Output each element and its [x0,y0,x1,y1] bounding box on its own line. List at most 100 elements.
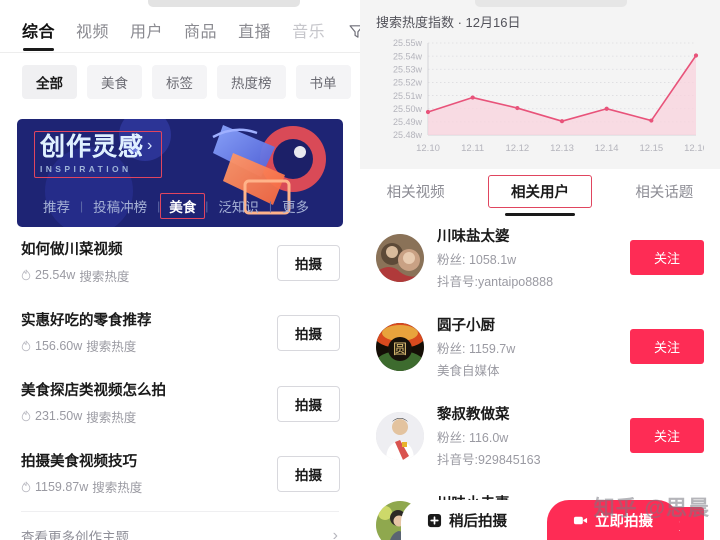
inspiration-heat: 231.50w [35,409,83,424]
list-item[interactable]: 拍摄美食视频技巧 1159.87w 搜索热度 拍摄 [17,439,343,510]
chart-data-point [559,119,565,124]
y-axis-tick-label: 25.48w [393,130,423,140]
user-extra: 抖音号:929845163 [437,453,541,467]
top-tab-label: 商品 [184,23,218,41]
list-item[interactable]: 如何做川菜视频 25.54w 搜索热度 拍摄 [17,227,343,298]
chip-2[interactable]: 标签 [152,65,207,99]
tab-related-videos[interactable]: 相关视频 [377,176,455,207]
inspiration-meta: 1159.87w 搜索热度 [21,477,142,496]
app-screen: 综合 视频 用户 商品 直播 音乐 全部 美食 标签 热度榜 书单 话题 [0,0,720,540]
chip-label: 热度榜 [231,76,272,91]
banner-tab-2[interactable]: 美食 [160,193,206,219]
chip-label: 书单 [309,76,337,91]
inspiration-meta: 156.60w 搜索热度 [21,336,152,355]
banner-title-box[interactable]: 创作灵感 › INSPIRATION [34,131,163,178]
user-fans: 粉丝: 116.0w [437,431,509,445]
x-axis-tick-label: 12.15 [639,143,663,154]
banner-tab-4[interactable]: 更多 [272,194,319,218]
banner-tab-1[interactable]: 投稿冲榜 [83,194,157,218]
top-tab-label: 用户 [130,23,164,41]
user-extra: 美食自媒体 [437,364,500,378]
follow-button[interactable]: 关注 [629,240,704,275]
chart-data-point [515,105,520,111]
banner-tab-3[interactable]: 泛知识 [208,194,269,218]
shoot-button[interactable]: 拍摄 [277,385,340,422]
svg-text:圆: 圆 [393,342,407,358]
banner-tab-0[interactable]: 推荐 [33,194,80,218]
status-bar-notch [475,0,627,7]
top-tab-label: 综合 [22,23,56,41]
flame-icon [21,481,31,492]
x-axis-tick-label: 12.10 [416,143,440,154]
x-axis-tick-label: 12.16 [684,143,704,154]
user-info: 川味盐太婆 粉丝: 1058.1w 抖音号:yantaipo8888 [437,225,630,290]
inspiration-title: 拍摄美食视频技巧 [21,453,137,470]
inspiration-meta: 25.54w 搜索热度 [21,266,129,285]
related-user-list: 川味盐太婆 粉丝: 1058.1w 抖音号:yantaipo8888 关注 圆 [360,213,720,540]
chip-1[interactable]: 美食 [87,65,142,99]
inspiration-heat: 25.54w [35,268,76,283]
chip-4[interactable]: 书单 [295,65,351,99]
shoot-button[interactable]: 拍摄 [277,315,340,352]
flame-icon [21,410,31,422]
top-tab-0[interactable]: 综合 [22,18,55,51]
list-item[interactable]: 川味盐太婆 粉丝: 1058.1w 抖音号:yantaipo8888 关注 [374,213,706,302]
shoot-button[interactable]: 拍摄 [277,244,340,281]
shoot-button[interactable]: 拍摄 [277,456,340,493]
inspiration-heat-suffix: 搜索热度 [92,481,143,496]
search-heat-line-chart: 25.55w 25.54w 25.53w 25.52w 25.51w 25.50w 25.4… [393,38,708,154]
inspiration-banner[interactable]: 创作灵感 › INSPIRATION 推荐 | 投稿冲榜 | 美食 | 泛知识 |… [17,119,343,227]
top-tab-3[interactable]: 商品 [184,18,217,51]
top-tab-1[interactable]: 视频 [76,18,109,51]
follow-button[interactable]: 关注 [629,418,704,453]
y-axis-tick-label: 25.52w [393,78,423,88]
chart-data-point [470,95,475,100]
y-axis-tick-label: 25.54w [393,51,423,61]
list-item[interactable]: 黎叔教做菜 粉丝: 116.0w 抖音号:929845163 关注 [374,391,706,480]
plus-box-icon [427,513,442,527]
list-item[interactable]: 美食探店类视频怎么拍 231.50w 搜索热度 拍摄 [17,368,343,439]
shoot-later-label: 稍后拍摄 [449,513,507,530]
x-axis-tick-label: 12.11 [461,143,484,154]
search-heat-chart-card: 搜索热度指数 · 12月16日 25.55w 25.54w 25.53w 25.52w… [360,0,720,163]
chart-data-point [649,118,654,123]
filter-icon[interactable] [348,23,360,45]
shoot-later-button[interactable]: 稍后拍摄 [401,500,533,540]
user-info: 黎叔教做菜 粉丝: 116.0w 抖音号:929845163 [437,403,630,468]
chart-area: 25.55w 25.54w 25.53w 25.52w 25.51w 25.50w 25.4… [376,37,708,157]
video-camera-icon [573,516,588,524]
list-item[interactable]: 圆 圆子小厨 粉丝: 1159.7w 美食自媒体 关注 [374,302,706,391]
y-axis-tick-label: 25.55w [393,38,423,48]
top-tab-5[interactable]: 音乐 [292,18,325,51]
chip-0[interactable]: 全部 [22,65,77,99]
banner-tab-row: 推荐 | 投稿冲榜 | 美食 | 泛知识 | 更多 [33,193,333,219]
banner-chevron-icon: › [147,137,153,154]
user-extra: 抖音号:yantaipo8888 [437,275,554,289]
shoot-now-label: 立即拍摄 [595,513,653,530]
tab-related-topics[interactable]: 相关话题 [625,176,703,207]
inspiration-heat-suffix: 搜索热度 [86,340,137,355]
follow-button[interactable]: 关注 [629,329,704,364]
tab-related-users[interactable]: 相关用户 [487,174,592,216]
inspiration-title: 美食探店类视频怎么拍 [21,383,166,400]
chart-data-point [425,109,431,115]
avatar[interactable] [376,411,424,460]
chip-3[interactable]: 热度榜 [217,65,286,99]
chip-label: 标签 [166,76,193,91]
top-tab-label: 直播 [238,23,272,41]
avatar[interactable] [376,233,424,282]
avatar[interactable]: 圆 [376,322,424,371]
view-more-topics-row[interactable]: 查看更多创作主题 › [17,512,343,540]
detail-panel: 搜索热度指数 · 12月16日 25.55w 25.54w 25.53w 25.52w… [360,0,720,540]
user-info: 圆子小厨 粉丝: 1159.7w 美食自媒体 [437,314,630,379]
inspiration-heat: 156.60w [35,338,83,353]
list-item[interactable]: 实惠好吃的零食推荐 156.60w 搜索热度 拍摄 [17,298,343,369]
banner-subtitle: INSPIRATION [40,163,132,174]
filter-chip-row: 全部 美食 标签 热度榜 书单 话题 [0,53,360,113]
x-axis-tick-label: 12.14 [595,143,619,154]
top-tab-2[interactable]: 用户 [130,18,163,51]
chart-data-point [604,106,609,111]
inspiration-list: 如何做川菜视频 25.54w 搜索热度 拍摄 实惠好吃的零食推荐 156.60w… [0,227,360,540]
shoot-now-button[interactable]: 立即拍摄 [547,500,679,540]
top-tab-4[interactable]: 直播 [238,18,271,51]
